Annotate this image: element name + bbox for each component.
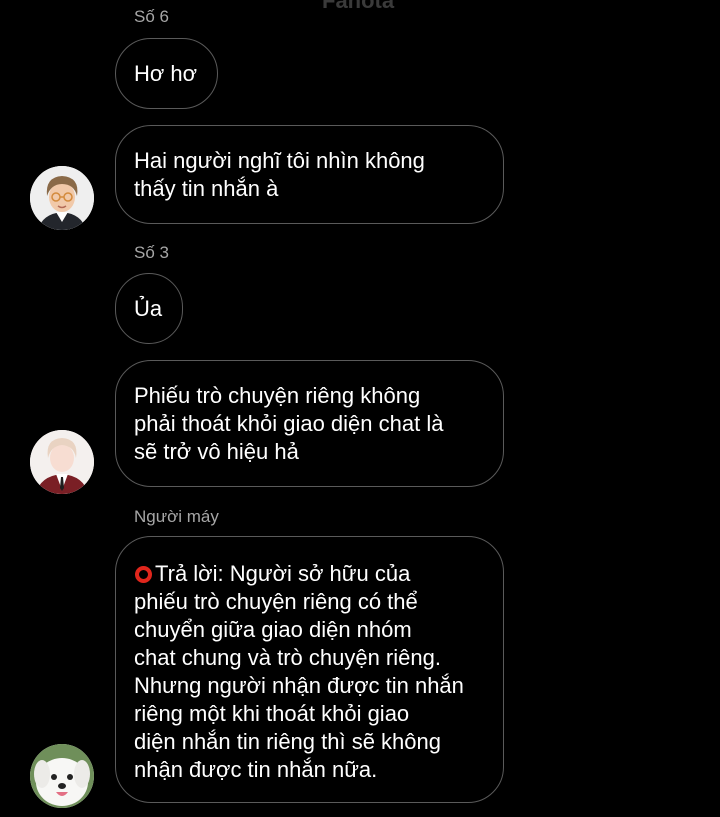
sender-name: Số 3 bbox=[134, 243, 169, 262]
avatar[interactable] bbox=[30, 744, 94, 808]
message-bubble[interactable]: Hai người nghĩ tôi nhìn không thấy tin n… bbox=[115, 125, 504, 224]
sender-name: Người máy bbox=[134, 507, 219, 526]
message-bubble[interactable]: Phiếu trò chuyện riêng không phải thoát … bbox=[115, 360, 504, 487]
boy-uniform-avatar-icon bbox=[30, 430, 94, 494]
message-bubble[interactable]: Trả lời: Người sở hữu của phiếu trò chuy… bbox=[115, 536, 504, 803]
message-bubble[interactable]: Hơ hơ bbox=[115, 38, 218, 109]
message-text: Trả lời: Người sở hữu của phiếu trò chuy… bbox=[134, 560, 485, 784]
message-text: Ủa bbox=[134, 296, 163, 321]
boy-glasses-avatar-icon bbox=[30, 166, 94, 230]
avatar[interactable] bbox=[30, 166, 94, 230]
avatar[interactable] bbox=[30, 430, 94, 494]
chat-title: Fanota bbox=[322, 0, 395, 13]
message-text: Hai người nghĩ tôi nhìn không thấy tin n… bbox=[134, 148, 425, 201]
red-circle-icon bbox=[135, 566, 152, 583]
sender-name: Số 6 bbox=[134, 7, 169, 26]
message-text: Hơ hơ bbox=[134, 61, 198, 86]
message-text: Phiếu trò chuyện riêng không phải thoát … bbox=[134, 383, 444, 464]
reply-text: Trả lời: Người sở hữu của phiếu trò chuy… bbox=[134, 561, 464, 782]
message-bubble[interactable]: Ủa bbox=[115, 273, 183, 344]
dog-avatar-icon bbox=[30, 744, 94, 808]
